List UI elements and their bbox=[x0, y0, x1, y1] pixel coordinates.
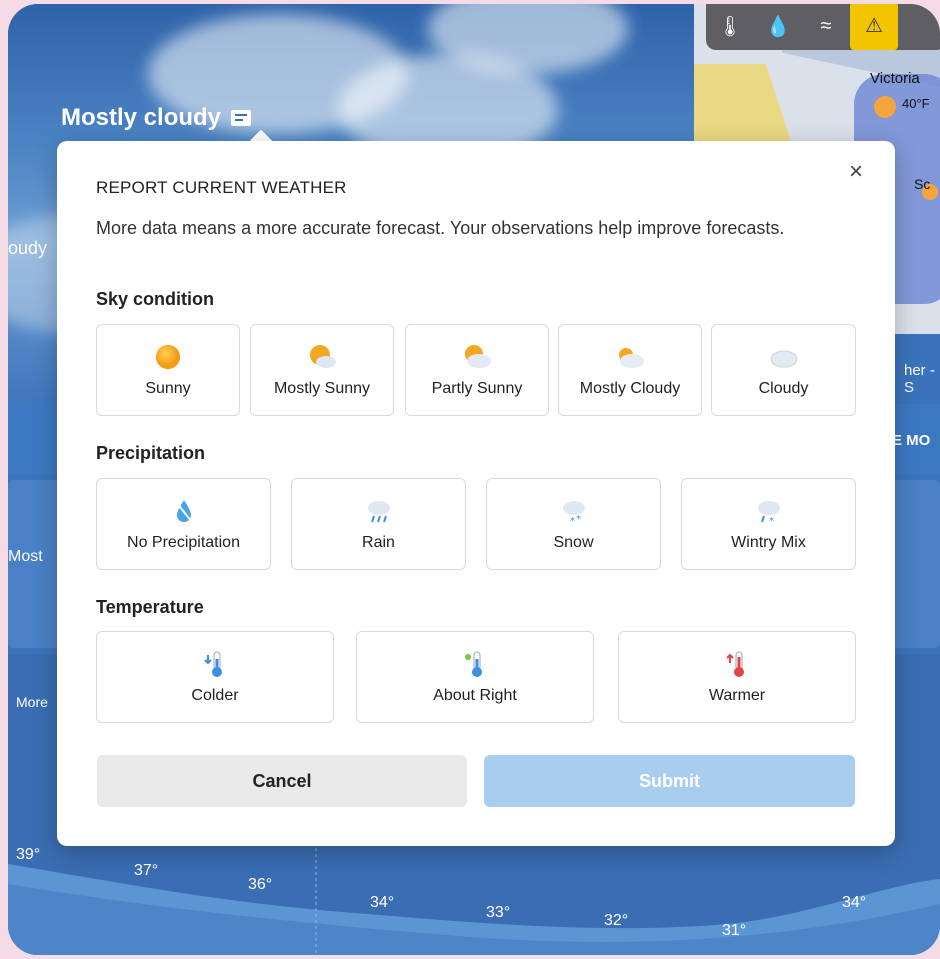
option-colder[interactable]: Colder bbox=[96, 631, 334, 723]
option-partly-sunny[interactable]: Partly Sunny bbox=[405, 324, 549, 416]
hourly-temp: 39° bbox=[16, 846, 41, 863]
map-city-label-2: Sc bbox=[914, 176, 931, 192]
wind-icon[interactable]: ≈ bbox=[802, 15, 850, 38]
cancel-button[interactable]: Cancel bbox=[97, 755, 467, 807]
option-label: Wintry Mix bbox=[731, 534, 806, 551]
option-no-precipitation[interactable]: No Precipitation bbox=[96, 478, 271, 570]
cloud-icon bbox=[769, 342, 799, 372]
svg-text:*: * bbox=[576, 514, 581, 525]
wintry-mix-icon: * bbox=[754, 496, 784, 527]
option-label: No Precipitation bbox=[127, 534, 240, 551]
hourly-temp: 36° bbox=[248, 876, 273, 893]
temperature-title: Temperature bbox=[96, 597, 204, 617]
option-label: About Right bbox=[433, 687, 517, 704]
option-mostly-sunny[interactable]: Mostly Sunny bbox=[250, 324, 394, 416]
more-link[interactable]: More bbox=[16, 694, 48, 710]
dialog-description: More data means a more accurate forecast… bbox=[96, 218, 785, 238]
report-weather-dialog: × REPORT CURRENT WEATHER More data means… bbox=[57, 141, 895, 846]
current-condition[interactable]: Mostly cloudy bbox=[61, 104, 252, 132]
hourly-temp: 31° bbox=[722, 922, 747, 939]
feedback-icon[interactable] bbox=[231, 110, 252, 126]
map-city-temp: 40°F bbox=[902, 96, 930, 111]
map-layer-toolbar: 🌡 💧 ≈ ⚠ bbox=[706, 4, 940, 50]
section-header-text: E MO bbox=[892, 432, 931, 449]
option-snow[interactable]: * * Snow bbox=[486, 478, 661, 570]
option-sunny[interactable]: Sunny bbox=[96, 324, 240, 416]
option-label: Warmer bbox=[708, 687, 766, 704]
option-label: Partly Sunny bbox=[431, 380, 523, 397]
option-label: Colder bbox=[191, 687, 239, 704]
option-label: Sunny bbox=[145, 380, 191, 397]
colder-thermometer-icon bbox=[200, 649, 230, 679]
hourly-temp: 37° bbox=[134, 862, 159, 879]
option-wintry-mix[interactable]: * Wintry Mix bbox=[681, 478, 856, 570]
condition-label: Mostly cloudy bbox=[61, 104, 222, 131]
option-warmer[interactable]: Warmer bbox=[618, 631, 856, 723]
option-label: Cloudy bbox=[758, 380, 809, 397]
option-cloudy[interactable]: Cloudy bbox=[711, 324, 856, 416]
warning-icon[interactable]: ⚠ bbox=[850, 4, 898, 50]
about-right-thermometer-icon bbox=[460, 649, 490, 679]
sun-icon bbox=[153, 342, 183, 372]
hourly-temp: 32° bbox=[604, 912, 629, 929]
option-label: Mostly Cloudy bbox=[579, 380, 681, 397]
forecast-card-text: Most bbox=[8, 548, 43, 565]
side-condition-text: oudy bbox=[8, 238, 48, 258]
submit-button[interactable]: Submit bbox=[484, 755, 855, 807]
option-label: Mostly Sunny bbox=[273, 380, 371, 397]
close-button[interactable]: × bbox=[845, 160, 867, 184]
option-label: Snow bbox=[553, 534, 594, 551]
partly-sunny-icon bbox=[462, 342, 492, 372]
warmer-thermometer-icon bbox=[722, 649, 752, 679]
mostly-sunny-icon bbox=[307, 342, 337, 372]
hourly-temp: 34° bbox=[842, 894, 867, 911]
no-precipitation-icon bbox=[169, 496, 199, 526]
thermometer-icon[interactable]: 🌡 bbox=[706, 14, 754, 39]
hourly-temp: 34° bbox=[370, 894, 395, 911]
option-about-right[interactable]: About Right bbox=[356, 631, 594, 723]
hourly-temp: 33° bbox=[486, 904, 511, 921]
rain-icon bbox=[364, 496, 394, 526]
svg-text:*: * bbox=[570, 516, 575, 526]
map-footer-text: her - S bbox=[904, 362, 935, 396]
map-city-label: Victoria bbox=[870, 70, 920, 87]
mostly-cloudy-icon bbox=[615, 342, 645, 372]
option-mostly-cloudy[interactable]: Mostly Cloudy bbox=[558, 324, 702, 416]
precipitation-title: Precipitation bbox=[96, 443, 206, 463]
option-label: Rain bbox=[362, 534, 395, 551]
sky-condition-title: Sky condition bbox=[96, 289, 215, 309]
option-rain[interactable]: Rain bbox=[291, 478, 466, 570]
snow-icon: * * bbox=[559, 496, 589, 527]
svg-text:*: * bbox=[769, 516, 774, 526]
drop-icon[interactable]: 💧 bbox=[754, 14, 802, 39]
dialog-title: REPORT CURRENT WEATHER bbox=[96, 178, 347, 197]
